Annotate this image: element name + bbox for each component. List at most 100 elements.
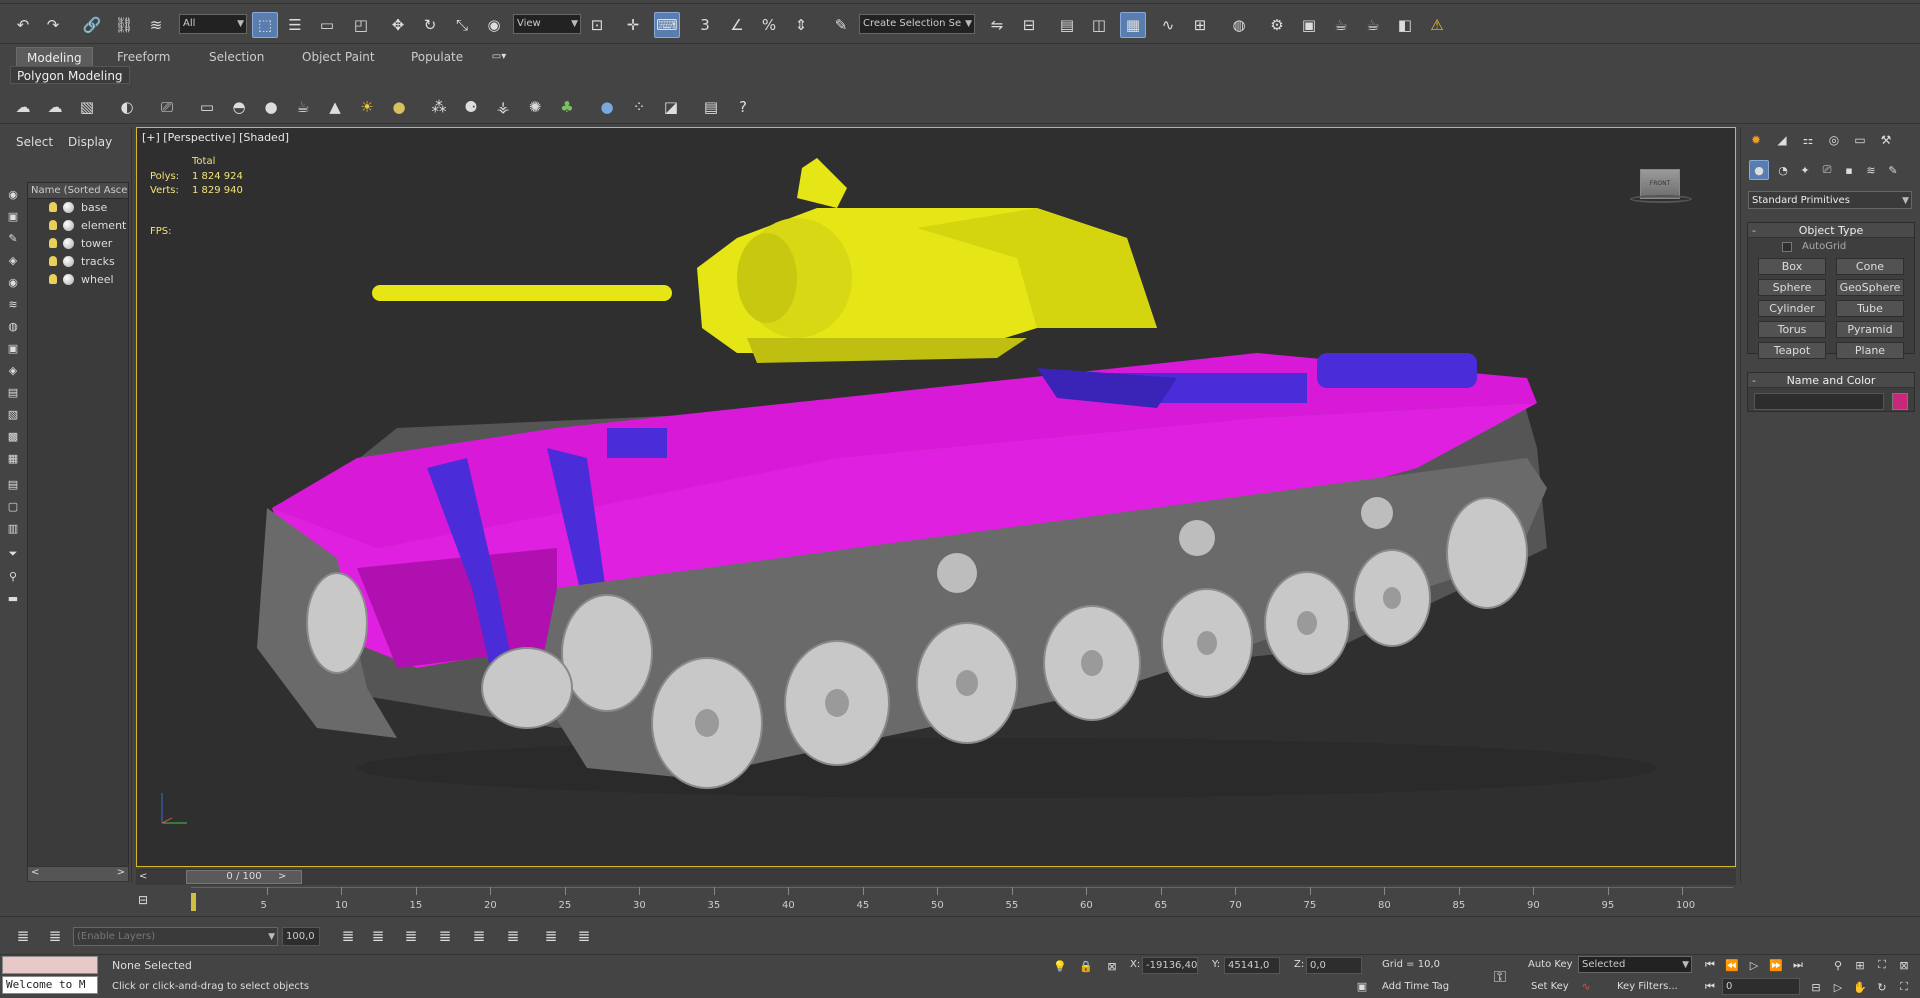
mini-curve-editor-icon[interactable]: ⊟ [132, 889, 154, 911]
object-type-header[interactable]: - Object Type [1748, 223, 1914, 238]
toggle-ribbon-icon[interactable]: ▦ [1120, 12, 1146, 38]
tab-object-paint[interactable]: Object Paint [292, 47, 385, 67]
bind-space-warp-icon[interactable]: ≋ [143, 12, 169, 38]
layer-value-field[interactable]: 100,0 [282, 927, 320, 946]
shapes-category-icon[interactable]: ◔ [1773, 160, 1793, 180]
material-browser-icon[interactable]: ⁘ [626, 94, 652, 120]
perspective-viewport[interactable]: [+] [Perspective] [Shaded] Total Polys: … [136, 127, 1736, 867]
list-item[interactable]: wheel [28, 271, 128, 289]
particles-icon[interactable]: ⁂ [426, 94, 452, 120]
display-helpers-icon[interactable]: ▣ [3, 339, 23, 357]
cone-icon[interactable]: ▲ [322, 94, 348, 120]
select-all-icon[interactable]: ◉ [3, 185, 23, 203]
tab-freeform[interactable]: Freeform [107, 47, 180, 67]
torus-button[interactable]: Torus [1758, 321, 1826, 338]
current-layer-dropdown[interactable]: (Enable Layers) ▼ [73, 927, 278, 946]
box-button[interactable]: Box [1758, 258, 1826, 275]
mirror-icon[interactable]: ⇋ [984, 12, 1010, 38]
ribbon-options-icon[interactable]: ▭▾ [484, 47, 514, 65]
display-tab-icon[interactable]: ▭ [1849, 129, 1871, 151]
rectangular-selection-icon[interactable]: ▭ [314, 12, 340, 38]
image-icon[interactable]: ▧ [74, 94, 100, 120]
toggle-scene-explorer-icon[interactable]: ▤ [1054, 12, 1080, 38]
pan-view-icon[interactable]: ✋ [1850, 977, 1870, 997]
zoom-icon[interactable]: ⚲ [1828, 955, 1848, 975]
list-item[interactable]: element [28, 217, 128, 235]
new-layer-icon[interactable]: ≣ [42, 923, 68, 949]
container-icon[interactable]: ☁ [10, 94, 36, 120]
cloud-icon[interactable]: ☁ [42, 94, 68, 120]
tank-model[interactable] [137, 128, 1736, 867]
maximize-viewport-icon[interactable]: ⛶ [1894, 977, 1914, 997]
cylinder-button[interactable]: Cylinder [1758, 300, 1826, 317]
dynamics-icon[interactable]: ⚈ [458, 94, 484, 120]
unlink-icon[interactable]: ⛓ [111, 12, 137, 38]
scale-icon[interactable]: ⤡ [449, 12, 475, 38]
z-coord-field[interactable]: 0,0 [1306, 957, 1362, 974]
redo-icon[interactable]: ↷ [40, 12, 66, 38]
systems-category-icon[interactable]: ✎ [1883, 160, 1903, 180]
filter-icon[interactable]: ⏷ [3, 545, 23, 563]
field-of-view-icon[interactable]: ▷ [1828, 977, 1848, 997]
scroll-left-icon[interactable]: < [31, 867, 39, 878]
layers-icon[interactable]: ▥ [3, 519, 23, 537]
plane-button[interactable]: Plane [1836, 342, 1904, 359]
select-none-icon[interactable]: ▣ [3, 207, 23, 225]
next-frame-icon[interactable]: ⏩ [1766, 955, 1786, 975]
render-iterative-icon[interactable]: ☕ [1360, 12, 1386, 38]
curve-editor-icon[interactable]: ∿ [1155, 12, 1181, 38]
layer-tool-icon[interactable]: ≣ [500, 923, 526, 949]
find-icon[interactable]: ⚲ [3, 567, 23, 585]
help-icon[interactable]: ? [730, 94, 756, 120]
primitive-category-dropdown[interactable]: Standard Primitives ▼ [1748, 191, 1912, 209]
display-geometry-icon[interactable]: ◈ [3, 251, 23, 269]
display-shapes-icon[interactable]: ◉ [3, 273, 23, 291]
list-item[interactable]: tracks [28, 253, 128, 271]
helper-icon[interactable]: ⚶ [490, 94, 516, 120]
display-xrefs-icon[interactable]: ▧ [3, 405, 23, 423]
add-selection-to-layer-icon[interactable]: ≣ [335, 923, 361, 949]
select-object-icon[interactable]: ⬚ [252, 12, 278, 38]
teapot-icon[interactable]: ☕ [290, 94, 316, 120]
reference-coordinate-dropdown[interactable]: View ▼ [513, 14, 581, 34]
document-icon[interactable]: ▤ [698, 94, 724, 120]
ribbon-panel-polygon-modeling[interactable]: Polygon Modeling [10, 66, 130, 84]
cone-button[interactable]: Cone [1836, 258, 1904, 275]
modify-tab-icon[interactable]: ◢ [1771, 129, 1793, 151]
toggle-layer-explorer-icon[interactable]: ◫ [1086, 12, 1112, 38]
x-coord-field[interactable]: -19136,40 [1142, 957, 1198, 974]
name-and-color-header[interactable]: - Name and Color [1748, 373, 1914, 388]
time-configuration-icon[interactable]: ⊟ [1806, 977, 1826, 997]
lights-cameras-icon[interactable]: ◐ [114, 94, 140, 120]
warning-icon[interactable]: ⚠ [1424, 12, 1450, 38]
create-tab-icon[interactable]: ✹ [1745, 129, 1767, 151]
layer-manager-icon[interactable]: ≣ [10, 923, 36, 949]
set-key-button[interactable]: Set Key [1531, 981, 1569, 992]
angle-snap-icon[interactable]: ∠ [724, 12, 750, 38]
selection-lock-icon[interactable]: 🔒 [1076, 956, 1096, 976]
select-layer-icon[interactable]: ≣ [365, 923, 391, 949]
go-to-end-icon[interactable]: ⏭ [1788, 955, 1808, 975]
hierarchy-tab-icon[interactable]: ⚏ [1797, 129, 1819, 151]
tube-button[interactable]: Tube [1836, 300, 1904, 317]
visibility-bulb-icon[interactable] [49, 202, 57, 212]
geosphere-button[interactable]: GeoSphere [1836, 279, 1904, 296]
sphere-icon[interactable]: ● [258, 94, 284, 120]
maxscript-listener-output[interactable]: Welcome to M [2, 976, 98, 994]
material-editor-icon[interactable]: ◍ [1226, 12, 1252, 38]
undo-icon[interactable]: ↶ [10, 12, 36, 38]
display-spacewarps-icon[interactable]: ◈ [3, 361, 23, 379]
orbit-icon[interactable]: ↻ [1872, 977, 1892, 997]
tree-column-header[interactable]: Name (Sorted Ascending) [28, 183, 128, 199]
display-groups-icon[interactable]: ▤ [3, 383, 23, 401]
freeze-layer-icon[interactable]: ≣ [432, 923, 458, 949]
render-setup-icon[interactable]: ⚙ [1264, 12, 1290, 38]
list-item[interactable]: base [28, 199, 128, 217]
place-icon[interactable]: ◉ [481, 12, 507, 38]
move-icon[interactable]: ✥ [385, 12, 411, 38]
current-frame-field[interactable]: 0 [1722, 978, 1800, 995]
list-item[interactable]: tower [28, 235, 128, 253]
snaps-toggle-icon[interactable]: 3 [692, 12, 718, 38]
named-selection-sets-dropdown[interactable]: Create Selection Se ▼ [859, 14, 975, 34]
link-icon[interactable]: 🔗 [79, 12, 105, 38]
